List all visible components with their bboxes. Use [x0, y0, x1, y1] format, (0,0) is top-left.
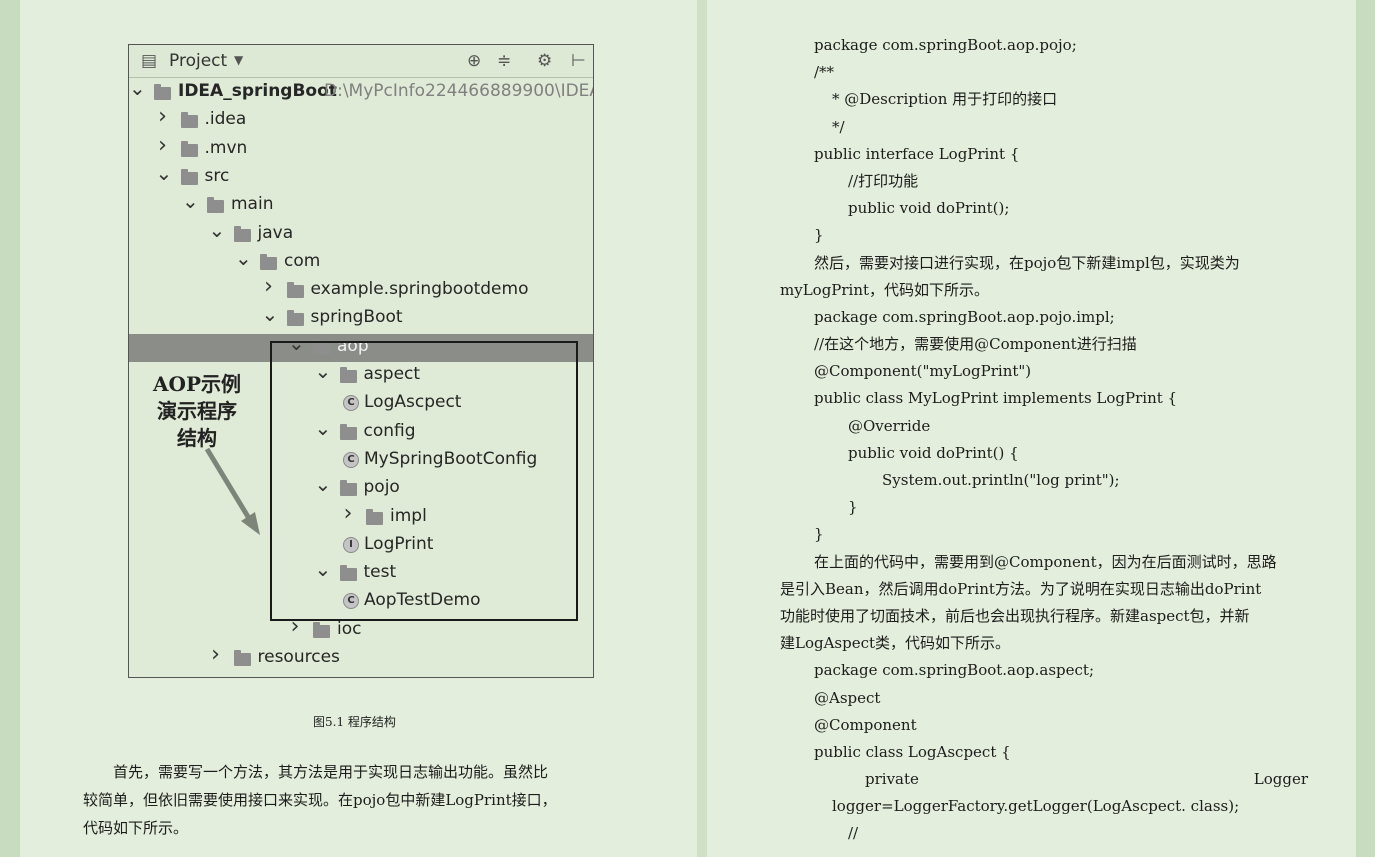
paragraph-line: 代码如下所示。 [83, 819, 189, 837]
paragraph-line: 较简单，但依旧需要使用接口来实现。在pojo包中新建LogPrint接口， [83, 791, 557, 809]
code-line: package com.springBoot.aop.pojo.impl; [814, 307, 1115, 326]
code-line: } [814, 226, 824, 245]
code-line: /** [814, 63, 835, 82]
code-line: 建LogAspect类，代码如下所示。 [780, 634, 1011, 653]
code-line: package com.springBoot.aop.pojo; [814, 36, 1077, 54]
code-line: private Logger [865, 770, 1308, 789]
callout-arrow [204, 447, 260, 535]
code-line: public void doPrint() { [848, 443, 1019, 462]
code-line: } [814, 525, 824, 544]
code-line: package com.springBoot.aop.aspect; [814, 661, 1095, 680]
code-line: } [848, 498, 858, 517]
code-line: 然后，需要对接口进行实现，在pojo包下新建impl包，实现类为 [814, 253, 1240, 272]
code-line: //在这个地方，需要使用@Component进行扫描 [814, 335, 1137, 354]
code-line: @Aspect [814, 688, 881, 707]
code-line: public interface LogPrint { [814, 144, 1020, 163]
code-line: */ [832, 117, 845, 136]
left-body-text: 首先，需要写一个方法，其方法是用于实现日志输出功能。虽然比 较简单，但依旧需要使… [83, 758, 643, 842]
code-line: logger=LoggerFactory.getLogger(LogAscpec… [832, 797, 1240, 816]
code-line: public class LogAscpect { [814, 742, 1011, 761]
page-edge-left [0, 0, 20, 857]
code-line: public void doPrint(); [848, 199, 1010, 218]
code-line: @Component [814, 715, 917, 734]
book-gutter [697, 0, 707, 857]
figure-caption: 图5.1 程序结构 [313, 715, 396, 729]
code-line: 功能时使用了切面技术，前后也会出现执行程序。新建aspect包，并新 [780, 606, 1250, 625]
code-line: // [848, 824, 859, 843]
code-line: public class MyLogPrint implements LogPr… [814, 389, 1178, 408]
code-line: System.out.println("log print"); [882, 471, 1120, 489]
code-line: @Component("myLogPrint") [814, 362, 1032, 381]
code-line: 是引入Bean，然后调用doPrint方法。为了说明在实现日志输出doPrint [780, 579, 1262, 598]
paragraph-line: 首先，需要写一个方法，其方法是用于实现日志输出功能。虽然比 [83, 763, 549, 781]
code-line: * @Description 用于打印的接口 [832, 90, 1058, 109]
code-line: @Override [848, 416, 931, 435]
right-code-page: package com.springBoot.aop.pojo; /** * @De… [780, 32, 1310, 848]
code-line: 在上面的代码中，需要用到@Component，因为在后面测试时，思路 [814, 552, 1277, 571]
project-tree-screenshot: ▤ Project ▼ ⊕ ≑ ⚙ ⊢ ⌄ IDEA_springBoot D:\M… [128, 44, 594, 678]
code-line: //打印功能 [848, 171, 919, 190]
page-edge-right [1356, 0, 1375, 857]
code-line: myLogPrint，代码如下所示。 [780, 280, 990, 299]
